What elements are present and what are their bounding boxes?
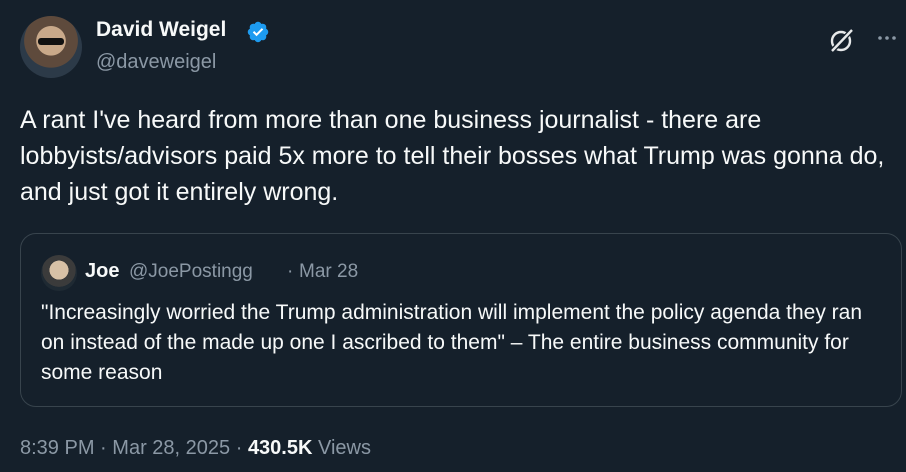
tweet-text: A rant I've heard from more than one bus…	[20, 106, 885, 206]
avatar-sunglasses	[38, 38, 64, 45]
quoted-separator: ·	[287, 261, 294, 282]
quoted-date: Mar 28	[299, 261, 359, 282]
author-handle[interactable]: @daveweigel	[96, 51, 216, 74]
quoted-author-avatar	[41, 255, 77, 291]
more-icon[interactable]	[876, 27, 898, 49]
views-label: Views	[318, 437, 371, 459]
tweet-date[interactable]: Mar 28, 2025	[112, 437, 230, 459]
verified-badge-icon	[247, 21, 269, 43]
views-count[interactable]: 430.5K	[248, 437, 313, 459]
meta-separator: ·	[100, 437, 107, 459]
tweet-time[interactable]: 8:39 PM	[20, 437, 94, 459]
author-avatar[interactable]	[20, 16, 82, 78]
author-name[interactable]: David Weigel	[96, 18, 226, 42]
quoted-tweet-text: "Increasingly worried the Trump administ…	[41, 301, 863, 384]
quoted-author-handle: @JoePostingg	[129, 261, 253, 282]
quoted-author-name: Joe	[85, 260, 120, 282]
grok-icon[interactable]	[828, 26, 856, 54]
tweet-metadata: 8:39 PM · Mar 28, 2025 · 430.5K Views	[20, 437, 371, 460]
meta-separator: ·	[235, 437, 243, 459]
quoted-tweet-card[interactable]: Joe @JoePostingg · Mar 28 "Increasingly …	[20, 233, 902, 407]
